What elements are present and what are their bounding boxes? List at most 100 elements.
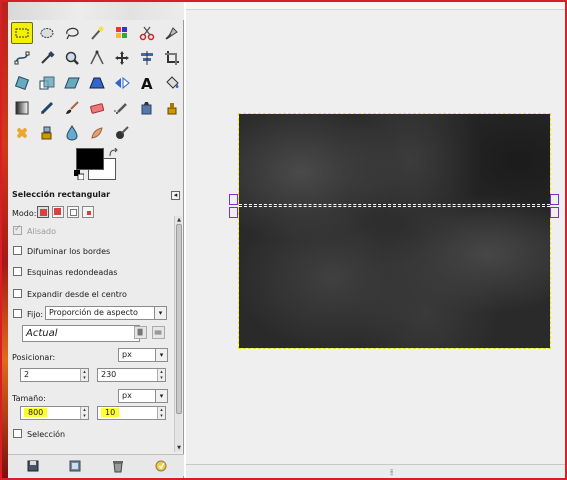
selection-handle-bottom-left[interactable] [229,207,238,218]
selection-handle-top-left[interactable] [229,194,238,205]
position-x-input[interactable]: 2 ▴ ▾ [20,368,89,382]
scissors-icon[interactable] [136,22,158,44]
toolbox-header-art [8,2,184,20]
airbrush-icon[interactable] [111,97,133,119]
options-scrollbar[interactable]: ▲ ▼ [174,216,182,452]
size-unit-value: px [122,391,132,400]
text-icon[interactable]: A [136,72,158,94]
smudge-icon[interactable] [86,122,108,144]
options-menu-button[interactable]: ◂ [171,191,180,200]
position-y-input[interactable]: 230 ▴ ▾ [97,368,166,382]
svg-text:A: A [141,75,153,92]
blend-icon[interactable] [11,97,33,119]
rectangle-selection[interactable] [239,204,550,207]
rounded-corners-label: Esquinas redondeadas [27,268,118,277]
mode-subtract-button[interactable] [67,206,79,218]
ellipse-select-icon[interactable] [36,22,58,44]
scroll-up-icon[interactable]: ▲ [175,216,183,224]
default-colors-icon[interactable] [74,170,85,181]
chevron-down-icon: ▾ [155,349,167,361]
fixed-mode-value: Proporción de aspecto [49,308,138,317]
eraser-icon[interactable] [86,97,108,119]
feather-checkbox[interactable] [13,246,22,255]
fixed-label: Fijo: [27,310,44,319]
expand-center-label: Expandir desde el centro [27,290,127,299]
canvas-horizontal-scrollbar[interactable]: ⦙⦙⦙ [186,464,565,478]
expand-center-checkbox[interactable] [13,289,22,298]
image-canvas-area[interactable]: ⦙⦙⦙ [186,2,565,478]
perspective-icon[interactable] [86,72,108,94]
chevron-down-icon: ▾ [154,307,166,319]
align-icon[interactable] [136,47,158,69]
scrollbar-grip[interactable]: ⦙⦙⦙ [390,468,394,478]
spin-arrows-icon[interactable]: ▴ ▾ [157,369,165,381]
fixed-checkbox[interactable] [13,309,22,318]
position-unit-value: px [122,350,132,359]
mode-intersect-button[interactable] [82,206,94,218]
antialias-label: Alisado [27,227,56,236]
blur-icon[interactable] [61,122,83,144]
portrait-button[interactable] [134,326,147,339]
delete-options-icon[interactable] [111,459,125,473]
aspect-value-input[interactable]: Actual [22,325,140,342]
swap-colors-icon[interactable] [108,147,118,158]
flip-icon[interactable] [111,72,133,94]
bucket-fill-icon[interactable] [161,72,183,94]
save-options-icon[interactable] [26,459,40,473]
mode-label: Modo: [12,209,37,218]
rotate-icon[interactable] [11,72,33,94]
foreground-select-icon[interactable] [161,22,183,44]
restore-options-icon[interactable] [68,459,82,473]
spin-arrows-icon[interactable]: ▴ ▾ [80,407,88,419]
perspective-clone-icon[interactable] [36,122,58,144]
size-label: Tamaño: [12,394,46,403]
pencil-icon[interactable] [36,97,58,119]
lasso-icon[interactable] [61,22,83,44]
toolbox-bottom-bar [8,454,184,476]
size-unit-select[interactable]: px ▾ [118,389,168,403]
mode-replace-button[interactable] [37,206,49,218]
selection-handle-bottom-right[interactable] [550,207,559,218]
rounded-corners-checkbox[interactable] [13,267,22,276]
fixed-mode-select[interactable]: Proporción de aspecto ▾ [45,306,167,320]
shear-icon[interactable] [61,72,83,94]
ink-icon[interactable] [136,97,158,119]
highlight-checkbox[interactable] [13,429,22,438]
crop-icon[interactable] [161,47,183,69]
heal-icon[interactable] [11,122,33,144]
zoom-icon[interactable] [61,47,83,69]
rect-select-icon[interactable] [11,22,33,44]
selection-handle-top-right[interactable] [550,194,559,205]
scroll-down-icon[interactable]: ▼ [175,444,183,452]
options-scrollbar-thumb[interactable] [176,224,182,414]
feather-label: Difuminar los bordes [27,247,111,256]
mode-add-button[interactable] [52,206,64,218]
dodge-burn-icon[interactable] [111,122,133,144]
reset-options-icon[interactable] [154,459,168,473]
spin-arrows-icon[interactable]: ▴ ▾ [80,369,88,381]
measure-icon[interactable] [86,47,108,69]
canvas-ruler [186,2,565,10]
foreground-color-swatch[interactable] [76,148,104,170]
size-width-value: 800 [24,408,48,417]
antialias-checkbox[interactable] [13,224,22,235]
size-height-value: 10 [101,408,120,417]
paths-icon[interactable] [11,47,33,69]
move-icon[interactable] [111,47,133,69]
fuzzy-select-icon[interactable] [86,22,108,44]
size-height-input[interactable]: 10 ▴ ▾ [97,406,166,420]
tool-options-title: Selección rectangular [12,190,111,199]
color-picker-icon[interactable] [36,47,58,69]
scale-icon[interactable] [36,72,58,94]
spin-arrows-icon[interactable]: ▴ ▾ [157,407,165,419]
position-y-value: 230 [101,370,117,379]
image-layer[interactable] [238,113,551,349]
size-width-input[interactable]: 800 ▴ ▾ [20,406,89,420]
highlight-label: Selección [27,430,66,439]
position-unit-select[interactable]: px ▾ [118,348,168,362]
chevron-down-icon: ▾ [155,390,167,402]
paintbrush-icon[interactable] [61,97,83,119]
clone-icon[interactable] [161,97,183,119]
select-by-color-icon[interactable] [111,22,133,44]
landscape-button[interactable] [152,326,165,339]
